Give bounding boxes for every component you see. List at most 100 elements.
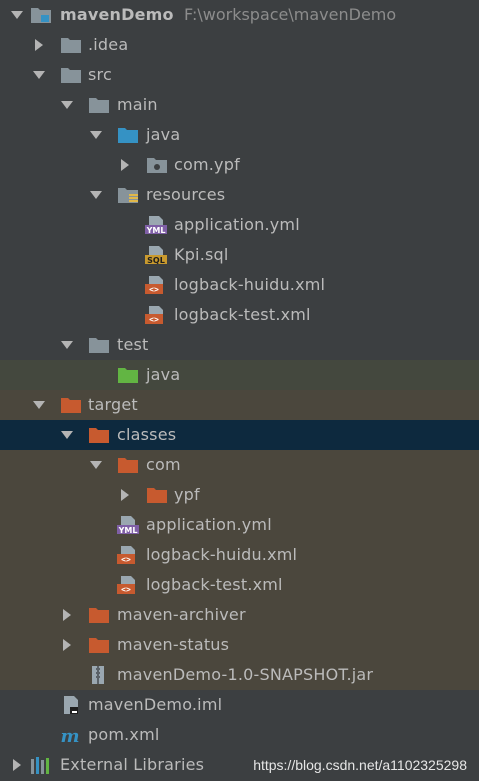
package-label: com.ypf — [174, 155, 240, 174]
tree-row-classes[interactable]: classes — [0, 420, 479, 450]
xml-file-icon: <> — [145, 306, 167, 324]
chevron-right-icon[interactable] — [32, 38, 46, 52]
file-label: mavenDemo.iml — [88, 695, 223, 714]
chevron-right-icon[interactable] — [118, 488, 132, 502]
tree-row-resources[interactable]: resources — [0, 180, 479, 210]
folder-label-resources: resources — [146, 185, 226, 204]
project-path: F:\workspace\mavenDemo — [184, 5, 397, 24]
maven-pom-icon: m — [60, 726, 82, 744]
package-icon — [146, 156, 168, 174]
chevron-right-icon[interactable] — [60, 608, 74, 622]
file-label: pom.xml — [88, 725, 160, 744]
chevron-down-icon[interactable] — [89, 458, 103, 472]
excluded-folder-icon — [117, 456, 139, 474]
tree-row-src[interactable]: src — [0, 60, 479, 90]
xml-badge-text: <> — [149, 285, 159, 294]
file-label: application.yml — [146, 515, 272, 534]
svg-text:m: m — [60, 726, 79, 744]
source-folder-icon — [117, 126, 139, 144]
resources-folder-icon — [117, 186, 139, 204]
tree-row-res-kpi-sql[interactable]: SQL Kpi.sql — [0, 240, 479, 270]
xml-file-icon: <> — [117, 546, 139, 564]
folder-label-classes: classes — [117, 425, 177, 444]
file-label: mavenDemo-1.0-SNAPSHOT.jar — [117, 665, 374, 684]
chevron-down-icon[interactable] — [32, 398, 46, 412]
xml-file-icon: <> — [117, 576, 139, 594]
folder-label-maven-archiver: maven-archiver — [117, 605, 246, 624]
yml-badge-text: YML — [146, 226, 166, 234]
tree-row-iml[interactable]: mavenDemo.iml — [0, 690, 479, 720]
tree-row-maven-status[interactable]: maven-status — [0, 630, 479, 660]
tree-row-res-application-yml[interactable]: YML application.yml — [0, 210, 479, 240]
module-folder-icon — [30, 6, 52, 24]
excluded-folder-icon — [88, 606, 110, 624]
sql-file-icon: SQL — [145, 246, 167, 264]
folder-icon — [88, 96, 110, 114]
chevron-right-icon[interactable] — [118, 158, 132, 172]
folder-label-idea: .idea — [88, 35, 129, 54]
folder-label-java: java — [146, 125, 181, 144]
folder-label-com: com — [146, 455, 181, 474]
tree-row-classes-logback-huidu[interactable]: <> logback-huidu.xml — [0, 540, 479, 570]
folder-label-test-java: java — [146, 365, 181, 384]
tree-row-res-logback-test[interactable]: <> logback-test.xml — [0, 300, 479, 330]
chevron-down-icon[interactable] — [60, 428, 74, 442]
xml-badge-text: <> — [121, 555, 131, 564]
yml-file-icon: YML — [117, 516, 139, 534]
chevron-down-icon[interactable] — [89, 188, 103, 202]
chevron-down-icon[interactable] — [32, 68, 46, 82]
tree-row-test-java[interactable]: java — [0, 360, 479, 390]
xml-file-icon: <> — [145, 276, 167, 294]
folder-label-main: main — [117, 95, 158, 114]
jar-file-icon — [88, 666, 110, 684]
excluded-folder-icon — [146, 486, 168, 504]
excluded-folder-icon — [88, 636, 110, 654]
file-label: logback-test.xml — [174, 305, 311, 324]
chevron-down-icon[interactable] — [10, 8, 24, 22]
tree-row-classes-com[interactable]: com — [0, 450, 479, 480]
folder-label-src: src — [88, 65, 112, 84]
project-tree: mavenDemo F:\workspace\mavenDemo .idea s… — [0, 0, 479, 780]
tree-row-maven-archiver[interactable]: maven-archiver — [0, 600, 479, 630]
tree-row-jar[interactable]: mavenDemo-1.0-SNAPSHOT.jar — [0, 660, 479, 690]
tree-row-com-ypf[interactable]: com.ypf — [0, 150, 479, 180]
excluded-folder-icon — [60, 396, 82, 414]
tree-row-classes-logback-test[interactable]: <> logback-test.xml — [0, 570, 479, 600]
file-label: application.yml — [174, 215, 300, 234]
folder-icon — [60, 66, 82, 84]
file-label: logback-test.xml — [146, 575, 283, 594]
xml-badge-text: <> — [149, 315, 159, 324]
file-label: logback-huidu.xml — [146, 545, 298, 564]
tree-row-project-root[interactable]: mavenDemo F:\workspace\mavenDemo — [0, 0, 479, 30]
folder-label-maven-status: maven-status — [117, 635, 230, 654]
file-label: Kpi.sql — [174, 245, 229, 264]
chevron-right-icon[interactable] — [60, 638, 74, 652]
yml-badge-text: YML — [118, 526, 138, 534]
library-icon — [30, 756, 52, 774]
chevron-down-icon[interactable] — [60, 338, 74, 352]
test-source-folder-icon — [117, 366, 139, 384]
folder-label-target: target — [88, 395, 138, 414]
folder-label-test: test — [117, 335, 149, 354]
tree-row-main[interactable]: main — [0, 90, 479, 120]
tree-row-classes-ypf[interactable]: ypf — [0, 480, 479, 510]
tree-row-main-java[interactable]: java — [0, 120, 479, 150]
tree-row-test[interactable]: test — [0, 330, 479, 360]
excluded-folder-icon — [88, 426, 110, 444]
yml-file-icon: YML — [145, 216, 167, 234]
folder-icon — [60, 36, 82, 54]
tree-row-res-logback-huidu[interactable]: <> logback-huidu.xml — [0, 270, 479, 300]
project-name: mavenDemo — [60, 5, 174, 24]
folder-label-ypf: ypf — [174, 485, 200, 504]
tree-row-idea[interactable]: .idea — [0, 30, 479, 60]
chevron-down-icon[interactable] — [60, 98, 74, 112]
tree-row-pom[interactable]: m pom.xml — [0, 720, 479, 750]
watermark-url: https://blog.csdn.net/a1102325298 — [253, 757, 467, 773]
tree-row-target[interactable]: target — [0, 390, 479, 420]
chevron-down-icon[interactable] — [89, 128, 103, 142]
external-libraries-label: External Libraries — [60, 755, 205, 774]
tree-row-classes-application-yml[interactable]: YML application.yml — [0, 510, 479, 540]
sql-badge-text: SQL — [147, 256, 165, 264]
folder-icon — [88, 336, 110, 354]
chevron-right-icon[interactable] — [10, 758, 24, 772]
